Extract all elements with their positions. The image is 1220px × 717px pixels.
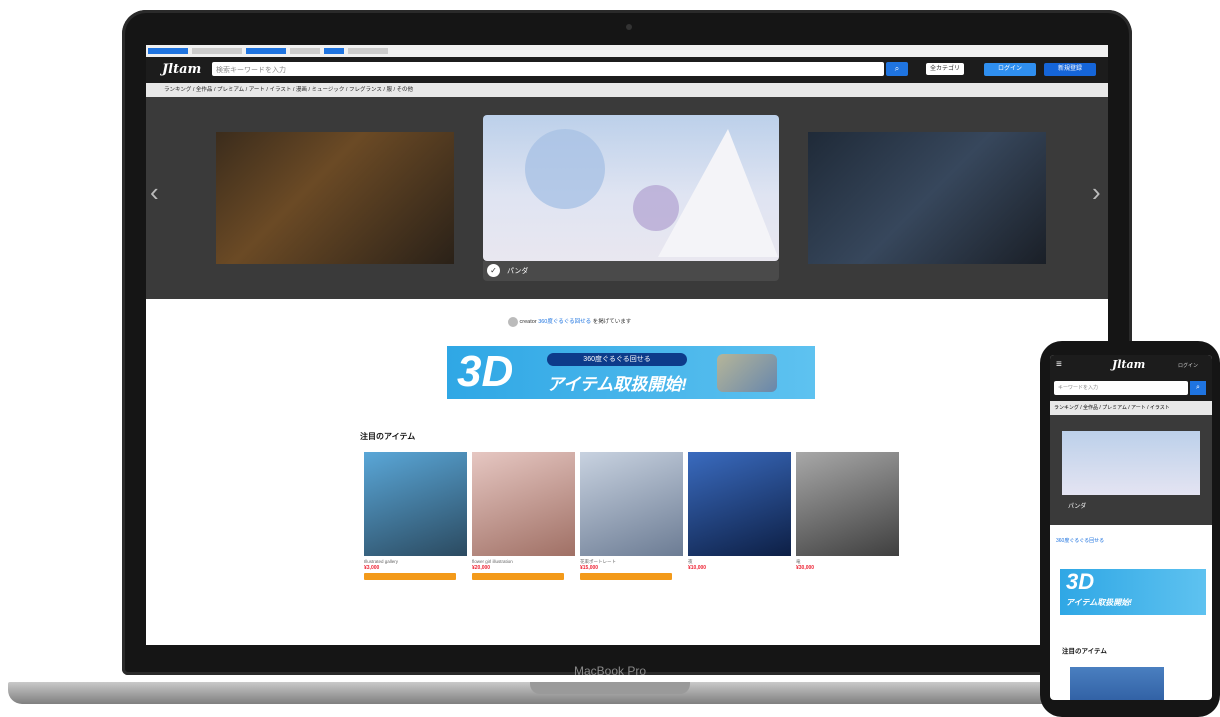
phone-logo[interactable]: Jltam (1112, 358, 1145, 371)
menu-icon[interactable]: ≡ (1056, 359, 1062, 370)
item-card[interactable]: 竜 ¥30,000 (796, 452, 899, 602)
carousel-slide-next[interactable] (808, 132, 1046, 264)
avatar[interactable] (508, 316, 518, 327)
phone-category-nav[interactable]: ランキング / 全作品 / プレミアム / アート / イラスト (1050, 401, 1212, 415)
search-button[interactable]: ⌕ (886, 62, 908, 76)
check-icon: ✓ (487, 264, 500, 277)
item-price: ¥20,000 (472, 565, 491, 571)
carousel-slide-prev[interactable] (216, 132, 454, 264)
phone-creator-link[interactable]: 360度ぐるぐる回せる (1056, 537, 1104, 544)
slide-caption[interactable]: ✓ パンダ (483, 261, 779, 281)
buy-button[interactable] (364, 573, 456, 580)
category-select[interactable]: 全カテゴリ (926, 63, 964, 75)
item-price: ¥15,000 (580, 565, 599, 571)
item-title[interactable]: 夜 (688, 556, 791, 565)
category-nav[interactable]: ランキング / 全作品 / プレミアム / アート / イラスト / 漫画 / … (146, 83, 1108, 98)
item-image[interactable] (364, 452, 467, 556)
item-title[interactable]: Illustrated gallery (364, 556, 467, 565)
site-header: Jltam 検索キーワードを入力 ⌕ 全カテゴリ ログイン 新規登録 (146, 57, 1108, 83)
creator-link[interactable]: 360度ぐるぐる回せる (538, 319, 591, 325)
banner-figure-image (717, 354, 777, 392)
phone-header: ≡ Jltam ログイン (1050, 355, 1212, 375)
slide-peak-shape (658, 129, 778, 257)
creator-row: creator 360度ぐるぐる回せる を掲げています (508, 315, 758, 329)
chevron-left-icon[interactable]: ‹ (150, 177, 159, 208)
phone-banner-3d: 3D (1066, 569, 1095, 594)
buy-button[interactable] (472, 573, 564, 580)
item-price: ¥10,000 (688, 565, 707, 571)
laptop-notch (530, 682, 690, 694)
chevron-right-icon[interactable]: › (1092, 177, 1101, 208)
creator-text: を掲げています (592, 319, 632, 325)
camera-dot (626, 24, 632, 30)
item-price: ¥3,000 (364, 565, 380, 571)
section-title: 注目のアイテム (360, 432, 416, 441)
phone-screen: ≡ Jltam ログイン キーワードを入力 ⌕ ランキング / 全作品 / プレ… (1050, 355, 1212, 700)
item-image[interactable] (580, 452, 683, 556)
phone-item-card[interactable] (1070, 667, 1164, 700)
search-placeholder: 検索キーワードを入力 (216, 67, 286, 74)
phone-hero: パンダ (1050, 415, 1212, 525)
phone-promo-banner[interactable]: 3D アイテム取扱開始! (1060, 569, 1206, 615)
item-card[interactable]: 花束ポートレート ¥15,000 (580, 452, 683, 602)
item-card[interactable]: flower girl illustration ¥20,000 (472, 452, 575, 602)
phone-carousel-slide[interactable] (1062, 431, 1200, 495)
banner-3d-text: 3D (457, 347, 514, 396)
search-input[interactable]: 検索キーワードを入力 (212, 62, 884, 76)
slide-moon-shape (525, 129, 605, 209)
register-button[interactable]: 新規登録 (1044, 63, 1096, 76)
banner-headline: アイテム取扱開始! (547, 375, 687, 394)
banner-pill: 360度ぐるぐる回せる (547, 353, 687, 366)
item-image[interactable] (796, 452, 899, 556)
laptop-brand-label: MacBook Pro (573, 664, 647, 678)
phone-login-link[interactable]: ログイン (1178, 362, 1198, 369)
phone-search-input[interactable]: キーワードを入力 (1054, 381, 1188, 395)
item-title[interactable]: flower girl illustration (472, 556, 575, 565)
buy-button[interactable] (580, 573, 672, 580)
item-image[interactable] (472, 452, 575, 556)
item-title[interactable]: 花束ポートレート (580, 556, 683, 565)
creator-name[interactable]: creator (520, 319, 537, 325)
login-button[interactable]: ログイン (984, 63, 1036, 76)
item-price: ¥30,000 (796, 565, 815, 571)
item-image[interactable] (688, 452, 791, 556)
item-card[interactable]: 夜 ¥10,000 (688, 452, 791, 602)
search-icon: ⌕ (894, 64, 900, 73)
carousel-slide-current[interactable] (483, 115, 779, 261)
item-title[interactable]: 竜 (796, 556, 899, 565)
hero-carousel: ✓ パンダ ‹ › (146, 97, 1108, 299)
phone-banner-headline: アイテム取扱開始! (1066, 598, 1132, 607)
phone-search-bar: キーワードを入力 ⌕ (1050, 375, 1212, 401)
item-card[interactable]: Illustrated gallery ¥3,000 (364, 452, 467, 602)
search-icon: ⌕ (1196, 384, 1200, 391)
phone-search-button[interactable]: ⌕ (1190, 381, 1206, 395)
promo-banner[interactable]: 3D 360度ぐるぐる回せる アイテム取扱開始! (447, 346, 815, 399)
slide-caption-text: パンダ (507, 268, 529, 275)
phone-section-title: 注目のアイテム (1062, 648, 1107, 655)
laptop-screen: Jltam 検索キーワードを入力 ⌕ 全カテゴリ ログイン 新規登録 ランキング… (146, 45, 1108, 645)
phone-slide-caption: パンダ (1068, 504, 1087, 510)
site-logo[interactable]: Jltam (162, 62, 201, 77)
